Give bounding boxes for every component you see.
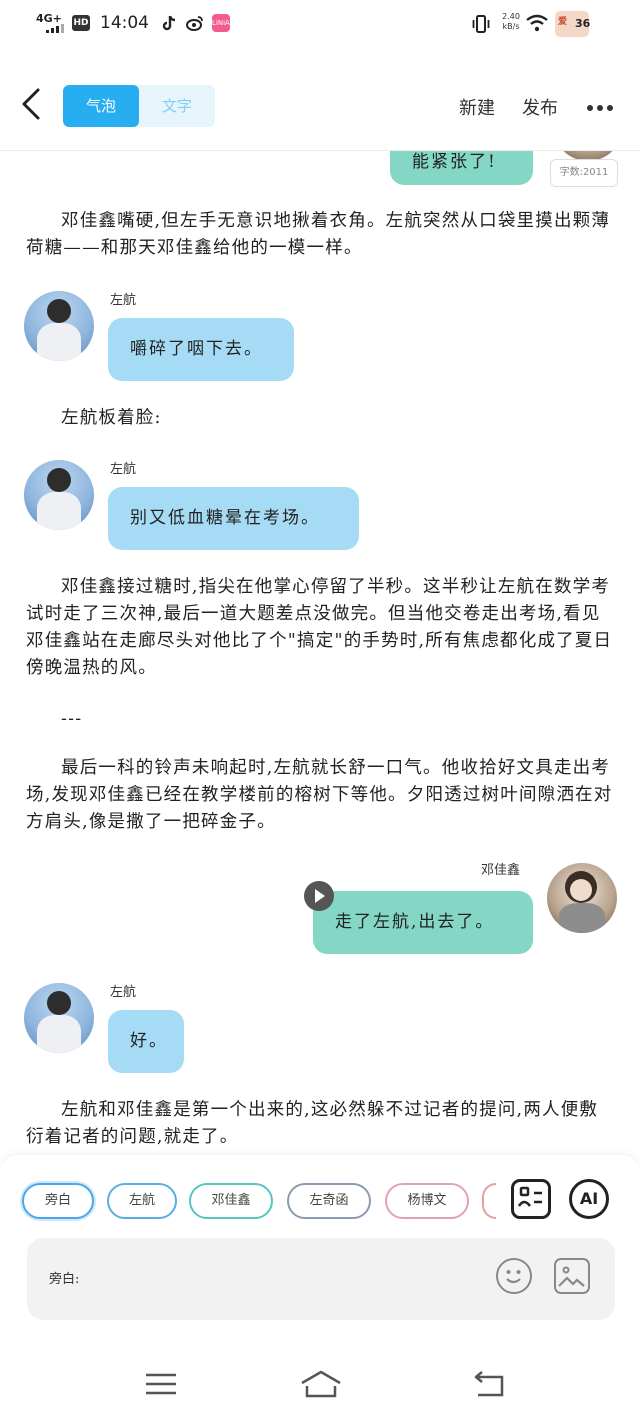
editor-panel: 旁白 左航 邓佳鑫 左奇函 杨博文 AI 旁白: xyxy=(0,1155,640,1347)
clock: 14:04 xyxy=(100,13,149,33)
signal-icon xyxy=(46,24,66,33)
mode-toggle: 气泡 文字 xyxy=(63,85,215,127)
narration-separator: --- xyxy=(61,709,83,729)
character-chip-overflow[interactable] xyxy=(482,1183,496,1219)
system-nav-bar xyxy=(0,1347,640,1422)
narration-paragraph[interactable]: 邓佳鑫接过糖时,指尖在他掌心停留了半秒。这半秒让左航在数学考试时走了三次神,最后… xyxy=(26,574,616,682)
emoji-icon[interactable] xyxy=(496,1258,532,1294)
speaker-name: 左航 xyxy=(110,462,137,477)
input-area: 旁白: xyxy=(27,1238,615,1320)
back-arrow-icon[interactable] xyxy=(14,84,50,124)
speaker-name: 邓佳鑫 xyxy=(481,863,521,878)
narration-paragraph[interactable]: 左航板着脸: xyxy=(26,405,616,432)
home-icon[interactable] xyxy=(300,1369,342,1399)
speaker-name: 左航 xyxy=(110,293,137,308)
chat-bubble[interactable]: 好。 xyxy=(108,1010,184,1073)
weibo-icon xyxy=(186,16,203,31)
story-content: 能紧张了! 字数:2011 邓佳鑫嘴硬,但左手无意识地揪着衣角。左航突然从口袋里… xyxy=(0,151,640,1155)
narration-paragraph[interactable]: 邓佳鑫嘴硬,但左手无意识地揪着衣角。左航突然从口袋里摸出颗薄荷糖——和那天邓佳鑫… xyxy=(26,208,616,262)
app-notification-icon: LiNiAN xyxy=(212,14,235,32)
character-chip-dengjiaxin[interactable]: 邓佳鑫 xyxy=(189,1183,273,1219)
ai-button[interactable]: AI xyxy=(569,1179,609,1219)
chat-bubble[interactable]: 嚼碎了咽下去。 xyxy=(108,318,294,381)
speaker-name: 左航 xyxy=(110,985,137,1000)
back-icon[interactable] xyxy=(472,1369,506,1399)
character-chip-narrator[interactable]: 旁白 xyxy=(22,1183,94,1219)
play-icon[interactable] xyxy=(304,881,334,911)
top-nav: 气泡 文字 新建 发布 xyxy=(0,48,640,151)
avatar-dengjiaxin[interactable] xyxy=(547,863,617,933)
menu-icon[interactable] xyxy=(144,1369,178,1399)
narration-paragraph[interactable]: 最后一科的铃声未响起时,左航就长舒一口气。他收拾好文具走出考场,发现邓佳鑫已经在… xyxy=(26,755,616,836)
message-input[interactable] xyxy=(91,1260,471,1296)
tab-bubble[interactable]: 气泡 xyxy=(63,85,139,127)
avatar-zuohang[interactable] xyxy=(24,460,94,530)
image-icon[interactable] xyxy=(554,1258,590,1294)
input-role-label: 旁白: xyxy=(49,1272,80,1287)
new-button[interactable]: 新建 xyxy=(459,94,495,120)
chat-bubble[interactable]: 别又低血糖晕在考场。 xyxy=(108,487,359,550)
character-chip-yangbowen[interactable]: 杨博文 xyxy=(385,1183,469,1219)
tiktok-icon xyxy=(162,15,176,31)
chat-bubble[interactable]: 走了左航,出去了。 xyxy=(313,891,533,954)
status-bar: 4G+ HD 14:04 LiNiAN 2.40 kB/s 爱 36 xyxy=(0,0,640,48)
character-chip-zuoqihan[interactable]: 左奇函 xyxy=(287,1183,371,1219)
tab-text[interactable]: 文字 xyxy=(139,85,215,127)
word-count-badge: 字数:2011 xyxy=(550,159,618,187)
avatar-zuohang[interactable] xyxy=(24,983,94,1053)
character-card-icon[interactable] xyxy=(511,1179,551,1219)
vibrate-icon xyxy=(472,15,490,33)
wifi-icon xyxy=(526,14,548,32)
more-menu-icon[interactable] xyxy=(585,103,615,113)
avatar-zuohang[interactable] xyxy=(24,291,94,361)
hd-icon: HD xyxy=(72,15,90,31)
publish-button[interactable]: 发布 xyxy=(522,94,558,120)
network-speed: 2.40 kB/s xyxy=(502,12,520,31)
narration-paragraph[interactable]: 左航和邓佳鑫是第一个出来的,这必然躲不过记者的提问,两人便敷衍着记者的问题,就走… xyxy=(26,1097,616,1151)
character-chip-zuohang[interactable]: 左航 xyxy=(107,1183,177,1219)
chat-bubble-partial[interactable]: 能紧张了! xyxy=(390,151,533,185)
battery-indicator: 爱 36 xyxy=(555,11,590,37)
